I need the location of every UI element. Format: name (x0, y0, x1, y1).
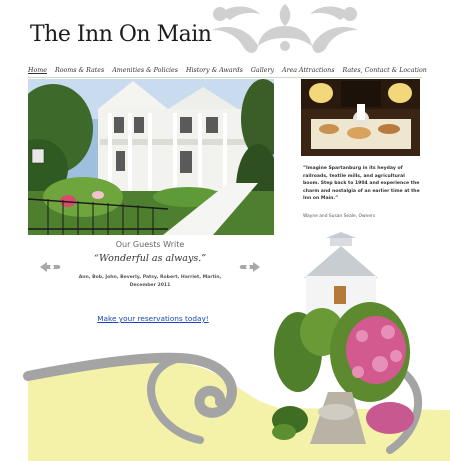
scroll-ornament-icon (212, 4, 358, 53)
guest-names: Ann, Bob, John, Beverly, Patsy, Robert, … (78, 275, 222, 288)
breakfast-table-photo (301, 79, 420, 156)
nav-rooms-rates[interactable]: Rooms & Rates (55, 67, 104, 74)
inn-house-photo (28, 79, 274, 235)
intro-quote: “Imagine Spartanburg in its heyday of ra… (303, 166, 420, 201)
right-scroll-arrow-icon[interactable] (238, 260, 262, 274)
guests-heading: Our Guests Write (115, 240, 185, 249)
main-nav: Home Rooms & Rates Amenities & Policies … (28, 64, 427, 76)
nav-area-attractions[interactable]: Area Attractions (282, 67, 334, 74)
nav-rates-contact-location[interactable]: Rates, Contact & Location (342, 67, 426, 74)
left-scroll-arrow-icon[interactable] (38, 260, 62, 274)
nav-divider (28, 77, 422, 78)
nav-amenities-policies[interactable]: Amenities & Policies (112, 67, 178, 74)
site-logo[interactable]: The Inn On Main (30, 22, 212, 47)
chapel-garden-photo (272, 232, 414, 444)
guest-testimonial: “Wonderful as always.” (93, 253, 207, 264)
reservation-link[interactable]: Make your reservations today! (78, 314, 228, 323)
owners-signature: Wayne and Susan Seale, Owners (303, 214, 376, 219)
nav-gallery[interactable]: Gallery (251, 67, 274, 74)
nav-home[interactable]: Home (28, 67, 47, 74)
nav-history-awards[interactable]: History & Awards (186, 67, 243, 74)
